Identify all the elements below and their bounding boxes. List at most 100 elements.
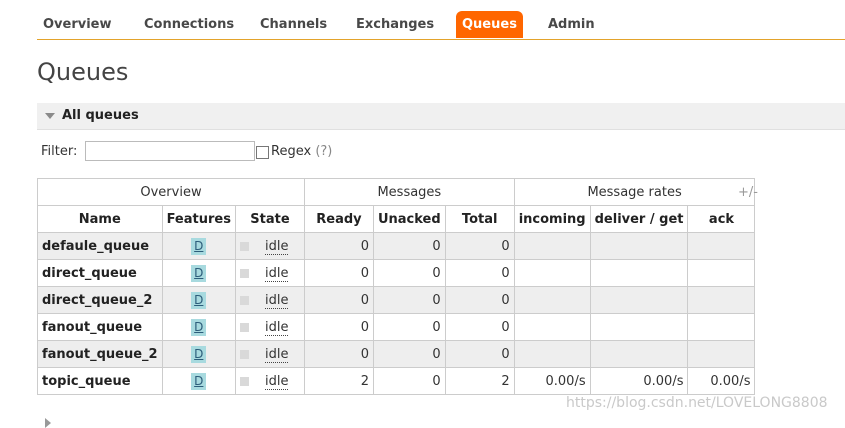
column-header-incoming[interactable]: incoming	[513, 205, 591, 233]
nav-tab-overview[interactable]: Overview	[37, 11, 118, 38]
table-row: topic_queue D idle 2 0 2 0.00/s 0.00/s 0…	[37, 367, 756, 395]
state-indicator-icon	[239, 376, 249, 386]
nav-tab-channels[interactable]: Channels	[254, 11, 333, 38]
state-indicator-icon	[239, 322, 249, 332]
column-header-ack[interactable]: ack	[687, 205, 756, 233]
unacked-cell: 0	[372, 367, 446, 395]
state-text: idle	[264, 238, 289, 255]
deliver-get-cell	[589, 259, 689, 287]
state-text: idle	[264, 319, 289, 336]
state-cell: idle	[234, 340, 305, 368]
features-cell: D	[161, 340, 236, 368]
queue-name-link[interactable]: direct_queue_2	[37, 286, 163, 314]
durable-badge[interactable]: D	[191, 291, 207, 309]
state-indicator-icon	[239, 268, 249, 278]
watermark: https://blog.csdn.net/LOVELONG8808	[566, 395, 828, 411]
column-header-unacked[interactable]: Unacked	[372, 205, 446, 233]
nav-tab-queues[interactable]: Queues	[456, 11, 523, 38]
state-indicator-icon	[239, 349, 249, 359]
durable-badge[interactable]: D	[191, 345, 207, 363]
queue-name-link[interactable]: defaule_queue	[37, 232, 163, 260]
column-header-state[interactable]: State	[234, 205, 305, 233]
state-text: idle	[264, 292, 289, 309]
deliver-get-cell: 0.00/s	[589, 367, 689, 395]
all-queues-section-toggle[interactable]: All queues	[37, 103, 845, 130]
total-cell: 2	[444, 367, 515, 395]
incoming-cell	[513, 313, 591, 341]
nav-tab-admin[interactable]: Admin	[542, 11, 601, 38]
ack-cell	[687, 313, 756, 341]
deliver-get-cell	[589, 286, 689, 314]
unacked-cell: 0	[372, 286, 446, 314]
unacked-cell: 0	[372, 340, 446, 368]
total-cell: 0	[444, 313, 515, 341]
group-header-message-rates: Message rates	[513, 178, 756, 206]
queue-name-link[interactable]: fanout_queue_2	[37, 340, 163, 368]
incoming-cell: 0.00/s	[513, 367, 591, 395]
unacked-cell: 0	[372, 259, 446, 287]
incoming-cell	[513, 259, 591, 287]
regex-label: Regex (?)	[271, 144, 333, 159]
state-cell: idle	[234, 367, 305, 395]
state-indicator-icon	[239, 295, 249, 305]
features-cell: D	[161, 286, 236, 314]
ack-cell	[687, 286, 756, 314]
incoming-cell	[513, 286, 591, 314]
queue-name-link[interactable]: direct_queue	[37, 259, 163, 287]
triangle-right-icon[interactable]	[45, 418, 51, 428]
state-cell: idle	[234, 232, 305, 260]
table-row: direct_queue_2 D idle 0 0 0	[37, 286, 756, 314]
features-cell: D	[161, 259, 236, 287]
table-row: direct_queue D idle 0 0 0	[37, 259, 756, 287]
page-title: Queues	[37, 58, 129, 86]
state-cell: idle	[234, 313, 305, 341]
unacked-cell: 0	[372, 313, 446, 341]
durable-badge[interactable]: D	[191, 237, 207, 255]
state-indicator-icon	[239, 241, 249, 251]
nav-tab-exchanges[interactable]: Exchanges	[350, 11, 440, 38]
group-header-overview: Overview	[37, 178, 305, 206]
total-cell: 0	[444, 340, 515, 368]
ready-cell: 0	[303, 340, 374, 368]
state-text: idle	[264, 346, 289, 363]
column-header-deliver-get[interactable]: deliver / get	[589, 205, 689, 233]
column-header-total[interactable]: Total	[444, 205, 515, 233]
nav-tab-connections[interactable]: Connections	[138, 11, 240, 38]
ack-cell	[687, 259, 756, 287]
state-cell: idle	[234, 259, 305, 287]
column-header-name[interactable]: Name	[37, 205, 163, 233]
ready-cell: 0	[303, 259, 374, 287]
table-row: fanout_queue_2 D idle 0 0 0	[37, 340, 756, 368]
deliver-get-cell	[589, 340, 689, 368]
durable-badge[interactable]: D	[191, 264, 207, 282]
regex-checkbox[interactable]	[256, 146, 269, 159]
filter-input[interactable]	[85, 141, 255, 161]
queue-name-link[interactable]: topic_queue	[37, 367, 163, 395]
regex-help-link[interactable]: (?)	[315, 144, 332, 159]
durable-badge[interactable]: D	[191, 318, 207, 336]
filter-label: Filter:	[41, 144, 78, 159]
deliver-get-cell	[589, 313, 689, 341]
group-header-messages: Messages	[303, 178, 515, 206]
total-cell: 0	[444, 232, 515, 260]
ready-cell: 2	[303, 367, 374, 395]
table-row: defaule_queue D idle 0 0 0	[37, 232, 756, 260]
ready-cell: 0	[303, 232, 374, 260]
ack-cell	[687, 340, 756, 368]
ack-cell: 0.00/s	[687, 367, 756, 395]
features-cell: D	[161, 232, 236, 260]
main-nav: Overview Connections Channels Exchanges …	[37, 10, 845, 40]
queue-name-link[interactable]: fanout_queue	[37, 313, 163, 341]
total-cell: 0	[444, 286, 515, 314]
durable-badge[interactable]: D	[191, 372, 207, 390]
queues-table: Overview Messages Message rates Name Fea…	[37, 178, 756, 395]
ready-cell: 0	[303, 286, 374, 314]
column-toggle-link[interactable]: +/-	[738, 185, 758, 200]
table-row: fanout_queue D idle 0 0 0	[37, 313, 756, 341]
triangle-down-icon	[45, 113, 55, 119]
total-cell: 0	[444, 259, 515, 287]
column-header-ready[interactable]: Ready	[303, 205, 374, 233]
section-title: All queues	[62, 108, 139, 123]
ack-cell	[687, 232, 756, 260]
features-cell: D	[161, 367, 236, 395]
